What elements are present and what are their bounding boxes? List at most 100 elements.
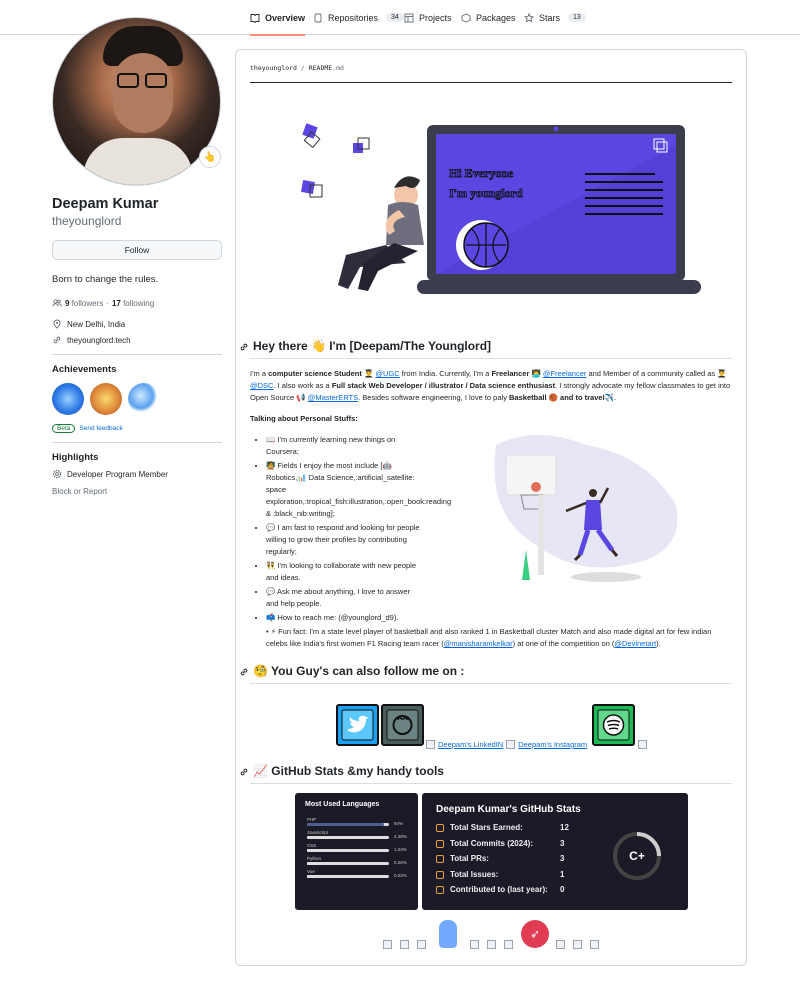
count-badge: 34 (386, 13, 404, 22)
stat-icon (436, 824, 444, 832)
profile-name: Deepam Kumar (52, 196, 159, 212)
avatar[interactable] (52, 17, 221, 186)
stat-label: Total Issues: (450, 869, 499, 879)
mastererts-link[interactable]: @MasterERTS (308, 393, 358, 402)
gear-icon (52, 469, 62, 479)
language-bar-track (307, 836, 389, 839)
website-link[interactable]: theyounglord.tech (52, 335, 222, 345)
language-percent: 1.23% (394, 847, 407, 852)
broken-image (504, 940, 513, 949)
readme-heading-follow: 🧐 You Guy's can also follow me on : (239, 664, 464, 678)
readme-breadcrumb: theyounglord / README.md (250, 64, 344, 72)
languages-card: Most Used Languages PHP 94% JavaScript 4.28… (295, 793, 418, 910)
language-bar-fill (307, 836, 311, 839)
beta-badge: Beta (52, 424, 76, 433)
stat-label: Total Stars Earned: (450, 823, 523, 832)
manisharamkelkar-link[interactable]: @manisharamkelkar (444, 639, 513, 648)
basketball-illustration (494, 435, 678, 582)
github-stats-card: Deepam Kumar's GitHub Stats Total Stars … (422, 793, 688, 910)
follow-button[interactable]: Follow (52, 240, 222, 260)
send-feedback-link[interactable]: Send feedback (79, 425, 122, 432)
language-name: CSS (307, 843, 317, 848)
broken-image (400, 940, 409, 949)
anchor-link-icon[interactable] (239, 666, 249, 676)
github-icon[interactable] (381, 704, 424, 746)
stats-title: Deepam Kumar's GitHub Stats (436, 804, 581, 815)
hero-illustration: Hi Everyone I'm younglord (301, 123, 701, 294)
table-icon (404, 13, 414, 23)
languages-title: Most Used Languages (305, 801, 380, 808)
ugc-link[interactable]: @UGC (375, 369, 399, 378)
star-icon (523, 12, 535, 23)
anchor-link-icon[interactable] (239, 341, 249, 351)
freelancer-link[interactable]: @Freelancer (543, 369, 586, 378)
rocket-icon: ➶ (521, 920, 549, 948)
language-percent: 4.28% (394, 834, 407, 839)
personal-title: Talking about Personal Stuffs: (250, 414, 358, 423)
tab-packages[interactable]: Packages (461, 0, 516, 35)
language-bar-fill (307, 849, 308, 852)
tab-stars[interactable]: Stars 13 (523, 0, 586, 35)
broken-image (638, 740, 647, 749)
repo-icon (313, 13, 323, 23)
spotify-icon[interactable] (592, 704, 635, 746)
tab-overview[interactable]: Overview (250, 0, 306, 36)
tab-repositories[interactable]: Repositories 34 (313, 0, 404, 35)
owner-link[interactable]: theyounglord (250, 64, 297, 72)
go-gopher-icon (439, 920, 457, 948)
stat-icon (436, 870, 444, 879)
tab-label: Projects (419, 12, 452, 23)
profile-sidebar: Deepam Kumar theyounglord Follow Born to… (52, 17, 222, 496)
tab-label: Repositories (328, 12, 379, 23)
stat-icon (436, 855, 444, 863)
stat-icon (436, 886, 444, 894)
stat-value: 0 (560, 885, 565, 894)
broken-image (487, 940, 496, 949)
achievements-title[interactable]: Achievements (52, 364, 222, 375)
language-bar-fill (307, 823, 385, 826)
achievement-badge[interactable] (128, 383, 160, 415)
tab-projects[interactable]: Projects (404, 0, 452, 35)
tools-row: ➶ (381, 920, 611, 952)
devinetart-link[interactable]: @Devinetart (614, 639, 656, 648)
hero-text-2: I'm younglord (449, 186, 523, 200)
count-badge: 13 (568, 13, 586, 22)
language-bar-fill (307, 875, 308, 878)
stat-icon (436, 839, 444, 848)
readme-card: theyounglord / README.md Hi Everyone I'm… (235, 49, 747, 966)
status-emoji[interactable]: 👆 (199, 146, 221, 168)
broken-image (470, 940, 479, 949)
following-link[interactable]: 17 following (112, 299, 154, 308)
block-report-link[interactable]: Block or Report (52, 487, 222, 496)
language-name: JavaScript (307, 830, 329, 835)
language-name: Vue (307, 869, 315, 874)
list-item: 📫 How to reach me: (@younglord_d9). (266, 612, 421, 624)
location: New Delhi, India (52, 319, 222, 329)
language-name: Python (307, 856, 322, 861)
list-item: 👯 I'm looking to collaborate with new pe… (266, 560, 421, 584)
instagram-link[interactable]: Deepam's Instagram (518, 740, 587, 749)
follow-counts: 9 followers · 17 following (52, 298, 222, 308)
fun-fact: • ⚡ Fun fact: I'm a state level player o… (266, 627, 712, 648)
package-icon (461, 12, 471, 23)
stats-dashboard: Most Used Languages PHP 94% JavaScript 4.28… (295, 793, 689, 910)
language-percent: 0.22% (394, 873, 407, 878)
tab-label: Overview (265, 12, 306, 23)
grade-ring: C+ (613, 832, 661, 880)
language-bar-track (307, 875, 389, 878)
location-icon (52, 319, 62, 329)
anchor-link-icon[interactable] (239, 766, 249, 776)
intro-paragraph: I'm a computer science Student 👨‍🎓 @UGC … (250, 369, 731, 402)
achievement-badge[interactable] (52, 383, 84, 415)
twitter-icon[interactable] (336, 704, 379, 746)
hero-text-1: Hi Everyone (449, 166, 514, 180)
language-bar-track (307, 823, 389, 826)
readme-heading-intro: Hey there 👋 I'm [Deepam/The Younglord] (239, 339, 491, 353)
language-name: PHP (307, 817, 317, 822)
linkedin-link[interactable]: Deepam's LinkedIN (438, 740, 503, 749)
stat-label: Contributed to (last year): (450, 885, 548, 894)
dsc-link[interactable]: @DSC (250, 381, 273, 390)
achievement-badge[interactable] (90, 383, 122, 415)
followers-link[interactable]: 9 followers (65, 299, 103, 308)
broken-image (417, 940, 426, 949)
